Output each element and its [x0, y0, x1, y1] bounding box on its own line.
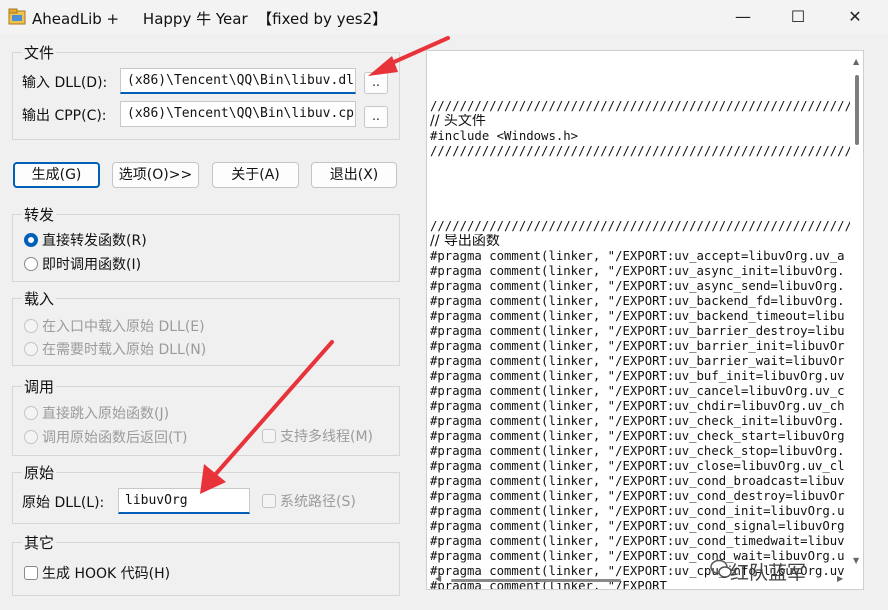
code-line: #pragma comment(linker, "/EXPORT:uv_cond… [430, 534, 845, 548]
load-on-demand-label: 在需要时载入原始 DLL(N) [42, 342, 207, 358]
radio-selected-icon [24, 233, 38, 247]
close-button[interactable]: ✕ [828, 0, 882, 34]
system-path-checkbox: 系统路径(S) [262, 492, 356, 512]
output-cpp-field[interactable]: (x86)\Tencent\QQ\Bin\libuv.cpp [120, 101, 356, 127]
call-group-title: 调用 [22, 376, 57, 397]
code-line: ////////////////////////////////////////… [430, 219, 850, 233]
runtime-call-radio[interactable]: 即时调用函数(I) [24, 255, 141, 275]
radio-disabled-icon [24, 319, 38, 333]
code-line: #pragma comment(linker, "/EXPORT:uv_canc… [430, 384, 845, 398]
code-lines: ////////////////////////////////////////… [430, 99, 850, 589]
checkbox-icon [24, 566, 38, 580]
code-line: #pragma comment(linker, "/EXPORT:uv_cond… [430, 504, 845, 518]
direct-forward-radio[interactable]: 直接转发函数(R) [24, 231, 147, 251]
maximize-button[interactable]: ☐ [771, 0, 825, 34]
horizontal-scrollbar-thumb[interactable] [451, 579, 621, 582]
code-line: #pragma comment(linker, "/EXPORT:uv_cond… [430, 474, 845, 488]
code-line: #pragma comment(linker, "/EXPORT:uv_chec… [430, 414, 845, 428]
input-dll-label: 输入 DLL(D): [22, 75, 108, 91]
wechat-icon [710, 559, 732, 578]
jump-original-label: 直接跳入原始函数(J) [42, 406, 170, 422]
code-line: #pragma comment(linker, "/EXPORT:uv_barr… [430, 354, 845, 368]
title-bar: AheadLib + Happy 牛 Year 【fixed by yes2】 … [0, 0, 888, 34]
radio-disabled-icon [24, 406, 38, 420]
radio-icon [24, 257, 38, 271]
app-icon [8, 8, 26, 25]
about-button[interactable]: 关于(A) [212, 162, 299, 188]
code-line: #pragma comment(linker, "/EXPORT:uv_chdi… [430, 399, 845, 413]
scroll-up-icon[interactable]: ▲ [853, 57, 859, 66]
files-group-title: 文件 [22, 42, 57, 63]
code-line: #pragma comment(linker, "/EXPORT:uv_buf_… [430, 369, 845, 383]
original-dll-field[interactable]: libuvOrg [118, 488, 250, 514]
system-path-label: 系统路径(S) [280, 494, 356, 510]
generate-button[interactable]: 生成(G) [13, 162, 100, 188]
minimize-button[interactable]: — [716, 0, 770, 34]
multithread-label: 支持多线程(M) [280, 429, 374, 445]
code-line: #pragma comment(linker, "/EXPORT:uv_asyn… [430, 279, 845, 293]
load-at-entry-label: 在入口中载入原始 DLL(E) [42, 319, 205, 335]
code-line: // 头文件 [430, 114, 486, 129]
call-return-radio: 调用原始函数后返回(T) [24, 428, 187, 448]
code-line: #include <Windows.h> [430, 129, 579, 143]
code-line: #pragma comment(linker, "/EXPORT:uv_cond… [430, 489, 845, 503]
other-group-title: 其它 [22, 532, 57, 553]
load-group-title: 载入 [22, 288, 57, 309]
code-line: #pragma comment(linker, "/EXPORT:uv_acce… [430, 249, 845, 263]
checkbox-disabled-icon [262, 429, 276, 443]
options-button[interactable]: 选项(O)>> [112, 162, 199, 188]
code-line: ////////////////////////////////////////… [430, 144, 850, 158]
code-line: #pragma comment(linker, "/EXPORT:uv_back… [430, 309, 845, 323]
code-line: #pragma comment(linker, "/EXPORT:uv_cond… [430, 519, 845, 533]
vertical-scrollbar-thumb[interactable] [855, 75, 859, 145]
code-line: #pragma comment(linker, "/EXPORT:uv_asyn… [430, 264, 845, 278]
browse-output-button[interactable]: .. [364, 106, 388, 128]
code-preview[interactable]: ////////////////////////////////////////… [426, 50, 864, 590]
scroll-down-icon[interactable]: ▼ [853, 556, 859, 565]
hook-code-checkbox[interactable]: 生成 HOOK 代码(H) [24, 564, 170, 584]
direct-forward-label: 直接转发函数(R) [42, 233, 147, 249]
hook-code-label: 生成 HOOK 代码(H) [42, 566, 171, 582]
multithread-checkbox: 支持多线程(M) [262, 427, 373, 447]
original-dll-label: 原始 DLL(L): [22, 495, 105, 511]
code-line: #pragma comment(linker, "/EXPORT:uv_barr… [430, 324, 845, 338]
jump-original-radio: 直接跳入原始函数(J) [24, 404, 169, 424]
load-on-demand-radio: 在需要时载入原始 DLL(N) [24, 340, 206, 360]
code-line: #pragma comment(linker, "/EXPORT:uv_back… [430, 294, 845, 308]
code-line: #pragma comment(linker, "/EXPORT:uv_clos… [430, 459, 845, 473]
code-line: ////////////////////////////////////////… [430, 99, 850, 113]
code-line: #pragma comment(linker, "/EXPORT:uv_barr… [430, 339, 845, 353]
radio-disabled-icon [24, 342, 38, 356]
code-line: #pragma comment(linker, "/EXPORT:uv_chec… [430, 429, 845, 443]
code-line: // 导出函数 [430, 234, 500, 249]
forward-group-title: 转发 [22, 204, 57, 225]
scroll-left-icon[interactable]: ◀ [435, 574, 441, 583]
output-cpp-label: 输出 CPP(C): [22, 108, 107, 124]
code-line: #pragma comment(linker, "/EXPORT:uv_chec… [430, 444, 845, 458]
call-return-label: 调用原始函数后返回(T) [42, 430, 188, 446]
input-dll-field[interactable]: (x86)\Tencent\QQ\Bin\libuv.dll [120, 68, 356, 94]
window-title: AheadLib + Happy 牛 Year 【fixed by yes2】 [32, 10, 388, 28]
browse-input-button[interactable]: .. [364, 72, 388, 94]
load-at-entry-radio: 在入口中载入原始 DLL(E) [24, 317, 205, 337]
original-group-title: 原始 [22, 462, 57, 483]
exit-button[interactable]: 退出(X) [311, 162, 397, 188]
radio-disabled-icon [24, 430, 38, 444]
scroll-right-icon[interactable]: ▶ [837, 574, 843, 583]
checkbox-disabled-icon [262, 494, 276, 508]
watermark-text: 红队蓝军 [730, 562, 807, 584]
runtime-call-label: 即时调用函数(I) [42, 257, 142, 273]
